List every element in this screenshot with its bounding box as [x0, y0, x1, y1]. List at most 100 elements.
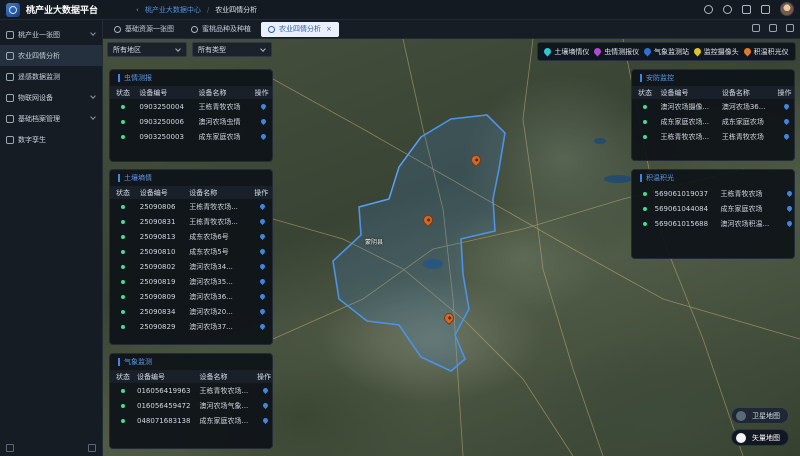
- locate-icon[interactable]: [259, 277, 267, 285]
- table-row[interactable]: 25090810 成东农场5号: [110, 244, 272, 259]
- fullscreen-icon[interactable]: [742, 4, 751, 14]
- table-row[interactable]: 569061015688 澳河农场积温...: [632, 216, 794, 231]
- grid-icon[interactable]: [752, 24, 760, 32]
- table-row[interactable]: 25090809 澳河农场36...: [110, 289, 272, 304]
- type-select[interactable]: 所有类型: [192, 42, 272, 57]
- legend-label: 土壤墒情仪: [554, 47, 590, 56]
- legend-item-soil[interactable]: 土壤墒情仪: [542, 46, 590, 57]
- col-header: 设备编号: [654, 86, 716, 99]
- table-row[interactable]: 0903250003 成东家庭农场: [110, 129, 272, 144]
- tab-peach-varieties[interactable]: 蜜桃品种及种植: [184, 22, 258, 37]
- vector-layer-toggle[interactable]: 矢量地图: [731, 429, 789, 446]
- table-row[interactable]: 25090819 澳河农场35...: [110, 274, 272, 289]
- tab-label: 蜜桃品种及种植: [202, 25, 251, 33]
- legend-label: 积温积光仪: [753, 47, 789, 56]
- satellite-layer-toggle[interactable]: 卫星地图: [731, 407, 789, 424]
- device-id: 王栋青牧农场...: [660, 132, 710, 141]
- legend-item-weather[interactable]: 气象监测站: [642, 46, 689, 57]
- device-id: 0903250006: [139, 117, 184, 126]
- device-name: 澳河农场36...: [189, 292, 233, 301]
- reload-icon[interactable]: [769, 24, 777, 32]
- sidebar-item-overview-map[interactable]: 桃产业一张图: [0, 24, 102, 45]
- locate-icon[interactable]: [259, 132, 267, 140]
- locate-icon[interactable]: [259, 307, 267, 315]
- dock-icon[interactable]: [88, 444, 96, 452]
- region-select-value: 所有地区: [113, 45, 141, 54]
- region-select[interactable]: 所有地区: [107, 42, 187, 57]
- locate-icon[interactable]: [259, 102, 267, 110]
- table-row[interactable]: 016056419963 王栋青牧农场...: [110, 383, 272, 398]
- status-dot: [121, 204, 125, 209]
- table-row[interactable]: 王栋青牧农场... 王栋青牧农场: [632, 129, 794, 144]
- tab-four-conditions[interactable]: 农业四情分析 ×: [261, 21, 339, 37]
- tab-overview-map[interactable]: 基础资源一张图: [107, 22, 181, 37]
- breadcrumb-home[interactable]: 桃产业大数据中心: [145, 5, 201, 15]
- legend-item-accum[interactable]: 积温积光仪: [742, 46, 789, 57]
- table-row[interactable]: 25090806 王栋青牧农场...: [110, 199, 272, 214]
- table-row[interactable]: 25090813 成东农场6号: [110, 229, 272, 244]
- avatar[interactable]: [780, 2, 794, 16]
- tab-tools: [752, 24, 794, 32]
- locate-icon[interactable]: [259, 217, 267, 225]
- table-row[interactable]: 25090802 澳河农场34...: [110, 259, 272, 274]
- device-name: 澳河农场34...: [189, 262, 233, 271]
- dark-mode-icon[interactable]: [723, 4, 732, 14]
- tab-label: 农业四情分析: [279, 25, 321, 33]
- table-row[interactable]: 0903250004 王栋青牧农场: [110, 99, 272, 114]
- table-row[interactable]: 澳河农场摄像... 澳河农场36...: [632, 99, 794, 114]
- sidebar-item-archives[interactable]: 基础档案管理: [0, 108, 102, 129]
- sidebar-item-label: 基础档案管理: [18, 114, 60, 123]
- locate-icon[interactable]: [786, 219, 794, 227]
- table-row[interactable]: 成东家庭农场... 成东家庭农场: [632, 114, 794, 129]
- device-name: 澳河农场20...: [189, 307, 233, 316]
- legend-item-insect[interactable]: 虫情测报仪: [592, 46, 639, 57]
- table-row[interactable]: 25090834 澳河农场20...: [110, 304, 272, 319]
- settings-icon[interactable]: [704, 4, 713, 14]
- collapse-sidebar-icon[interactable]: [6, 444, 14, 452]
- tab-label: 基础资源一张图: [125, 25, 174, 33]
- table-row[interactable]: 016056459472 澳河农场气象...: [110, 398, 272, 413]
- locate-icon[interactable]: [259, 322, 267, 330]
- sidebar-item-digital-twin[interactable]: 数字孪生: [0, 129, 102, 150]
- camera-table: 状态 设备编号 设备名称 操作 澳河农场摄像... 澳河农场36... 成东家庭农…: [632, 86, 794, 144]
- locate-icon[interactable]: [782, 132, 790, 140]
- locate-icon[interactable]: [261, 401, 270, 409]
- table-row[interactable]: 25090831 王栋青牧农场...: [110, 214, 272, 229]
- type-select-value: 所有类型: [198, 45, 226, 54]
- col-header: 设备编号: [133, 86, 193, 99]
- status-dot: [121, 134, 125, 139]
- county-boundary: [332, 114, 506, 372]
- legend-item-camera[interactable]: 监控摄像头: [692, 46, 739, 57]
- back-icon[interactable]: ‹: [136, 6, 139, 14]
- table-row[interactable]: 048071683138 成东家庭农场...: [110, 413, 272, 428]
- notification-icon[interactable]: [761, 4, 770, 14]
- locate-icon[interactable]: [259, 247, 267, 255]
- locate-icon[interactable]: [259, 292, 267, 300]
- locate-icon[interactable]: [786, 204, 794, 212]
- locate-icon[interactable]: [261, 416, 270, 424]
- sidebar-item-iot-devices[interactable]: 物联网设备: [0, 87, 102, 108]
- col-header: 设备名称: [183, 186, 249, 199]
- expand-icon[interactable]: [786, 24, 794, 32]
- sidebar-item-remote-sensing[interactable]: 遥感数据监测: [0, 66, 102, 87]
- satellite-map[interactable]: 蒙阴县 所有地区 所有类型 土壤墒情仪 虫情测报仪 气象监测站 监控摄像头 积温…: [103, 39, 800, 456]
- device-name: 王栋青牧农场...: [199, 386, 249, 395]
- col-header: 状态: [110, 370, 132, 383]
- table-row[interactable]: 569061019037 王栋青牧农场: [632, 186, 794, 201]
- table-row[interactable]: 569061044084 成东家庭农场: [632, 201, 794, 216]
- locate-icon[interactable]: [786, 189, 794, 197]
- locate-icon[interactable]: [782, 102, 790, 110]
- locate-icon[interactable]: [782, 117, 790, 125]
- locate-icon[interactable]: [259, 262, 267, 270]
- col-header: 状态: [110, 86, 134, 99]
- locate-icon[interactable]: [261, 386, 270, 394]
- device-name: 澳河农场35...: [189, 277, 233, 286]
- table-row[interactable]: 25090829 澳河农场37...: [110, 319, 272, 334]
- sidebar-item-four-conditions[interactable]: 农业四情分析: [0, 45, 102, 66]
- locate-icon[interactable]: [259, 202, 267, 210]
- locate-icon[interactable]: [259, 117, 267, 125]
- table-row[interactable]: 0903250006 澳河农场虫情: [110, 114, 272, 129]
- close-icon[interactable]: ×: [326, 25, 332, 33]
- locate-icon[interactable]: [259, 232, 267, 240]
- pin-icon: [642, 46, 653, 57]
